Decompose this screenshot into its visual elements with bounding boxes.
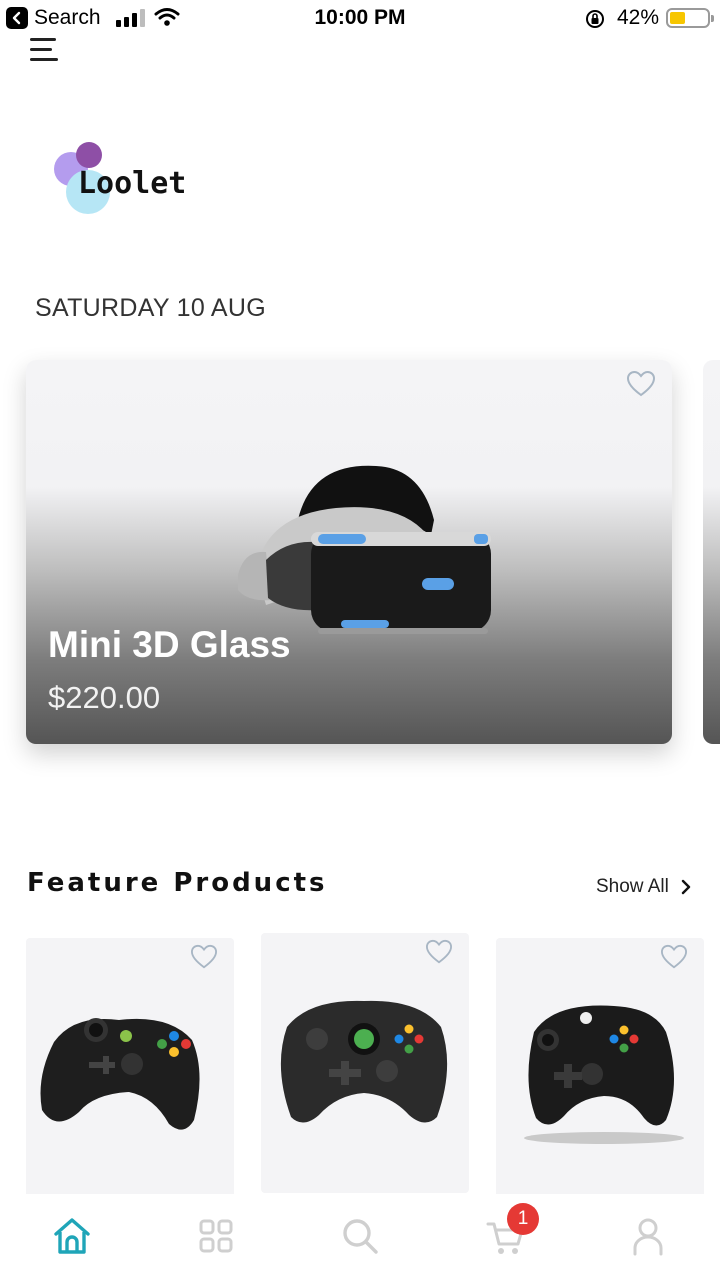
date-label: SATURDAY 10 AUG [35, 294, 266, 322]
product-favorite-heart-icon[interactable] [660, 944, 688, 975]
app-logo: Loolet [52, 140, 232, 220]
show-all-label: Show All [596, 876, 669, 897]
grid-icon [199, 1219, 233, 1253]
xbox-one-controller-image [524, 1005, 684, 1144]
battery-icon [666, 8, 714, 28]
show-all-link[interactable]: Show All [596, 876, 691, 898]
rotation-lock-icon [586, 10, 604, 28]
battery-percent: 42% [617, 6, 660, 29]
battery-fill [670, 12, 685, 24]
hero-product-title: Mini 3D Glass [48, 624, 291, 665]
next-hero-card[interactable] [703, 360, 720, 744]
home-icon [54, 1218, 90, 1254]
status-time: 10:00 PM [314, 6, 406, 29]
product-favorite-heart-icon[interactable] [190, 944, 218, 975]
nav-categories-tab[interactable] [194, 1214, 238, 1258]
status-bar: Search 10:00 PM 42% [0, 0, 720, 36]
xbox-duke-controller-image [280, 1000, 448, 1123]
chevron-right-icon [681, 879, 691, 895]
user-icon [633, 1218, 663, 1256]
hero-favorite-heart-icon[interactable] [626, 370, 656, 403]
hero-product-price: $220.00 [48, 680, 161, 715]
search-icon [343, 1219, 378, 1254]
logo-text: Loolet [78, 166, 187, 201]
home-screen: Search 10:00 PM 42% Loolet SATURDAY 10 A… [0, 0, 720, 1280]
nav-home-tab[interactable] [50, 1214, 94, 1258]
nav-search-tab[interactable] [338, 1214, 382, 1258]
vr-headset-image [238, 465, 491, 634]
product-card-1[interactable] [26, 938, 234, 1198]
hero-product-card[interactable]: Mini 3D Glass $220.00 [26, 360, 672, 744]
section-title: Feature Products [27, 868, 328, 898]
bottom-navigation [0, 1194, 720, 1280]
hamburger-menu-icon[interactable] [30, 38, 62, 66]
xbox-360-controller-image [40, 1018, 200, 1130]
product-card-2[interactable] [261, 933, 469, 1193]
product-favorite-heart-icon[interactable] [425, 939, 453, 970]
nav-profile-tab[interactable] [626, 1214, 670, 1258]
product-card-3[interactable] [496, 938, 704, 1198]
cart-count-badge: 1 [507, 1203, 539, 1235]
